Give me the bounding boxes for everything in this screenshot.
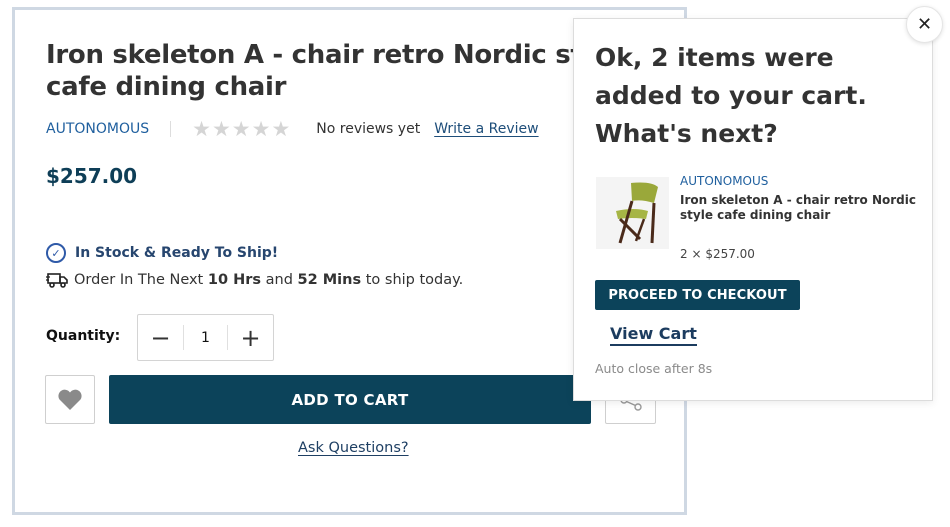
popup-product-name[interactable]: Iron skeleton A - chair retro Nordic sty… <box>680 193 920 223</box>
ship-prefix: Order In The Next <box>74 272 204 288</box>
auto-close-text: Auto close after 8s <box>595 361 713 376</box>
popup-brand[interactable]: AUTONOMOUS <box>680 174 768 188</box>
close-popup-button[interactable]: ✕ <box>906 6 943 43</box>
star-icon: ★ <box>231 117 251 141</box>
product-meta-row: AUTONOMOUS ★ ★ ★ ★ ★ No reviews yet Writ… <box>46 118 539 140</box>
quantity-increase-button[interactable]: + <box>228 315 273 360</box>
write-review-link[interactable]: Write a Review <box>434 121 538 137</box>
heart-icon <box>58 389 82 410</box>
chair-image <box>596 177 669 249</box>
shipping-countdown: Order In The Next 10 Hrs and 52 Mins to … <box>46 271 463 289</box>
ship-hours: 10 Hrs <box>207 272 262 288</box>
product-thumbnail[interactable] <box>596 177 669 249</box>
star-icon: ★ <box>251 117 271 141</box>
popup-title: Ok, 2 items were added to your cart. Wha… <box>595 43 867 148</box>
check-circle-icon: ✓ <box>46 243 66 263</box>
quantity-decrease-button[interactable]: − <box>138 315 183 360</box>
quantity-label: Quantity: <box>46 328 121 344</box>
star-icon: ★ <box>192 117 211 141</box>
ask-questions-link[interactable]: Ask Questions? <box>298 440 409 456</box>
truck-icon <box>46 273 68 288</box>
ship-suffix: to ship today. <box>365 272 464 288</box>
star-icon: ★ <box>211 117 231 141</box>
reviews-count: No reviews yet <box>316 121 421 137</box>
star-icon: ★ <box>271 117 291 141</box>
brand-link[interactable]: AUTONOMOUS <box>46 121 149 137</box>
proceed-to-checkout-button[interactable]: PROCEED TO CHECKOUT <box>595 280 800 310</box>
stock-status: ✓ In Stock & Ready To Ship! <box>46 243 278 263</box>
quantity-stepper: − 1 + <box>137 314 274 361</box>
stock-text: In Stock & Ready To Ship! <box>75 245 279 261</box>
cart-popup: Ok, 2 items were added to your cart. Wha… <box>573 18 933 401</box>
meta-divider <box>170 121 172 137</box>
ship-and: and <box>265 272 293 288</box>
quantity-input[interactable]: 1 <box>184 330 227 346</box>
product-price: $257.00 <box>46 164 138 188</box>
add-to-cart-button[interactable]: ADD TO CART <box>109 375 591 424</box>
view-cart-link[interactable]: View Cart <box>610 324 697 346</box>
ship-mins: 52 Mins <box>297 272 362 288</box>
popup-quantity-price: 2 × $257.00 <box>680 247 755 261</box>
close-icon: ✕ <box>916 14 933 35</box>
wishlist-button[interactable] <box>45 375 95 424</box>
rating-stars: ★ ★ ★ ★ ★ <box>192 117 291 141</box>
